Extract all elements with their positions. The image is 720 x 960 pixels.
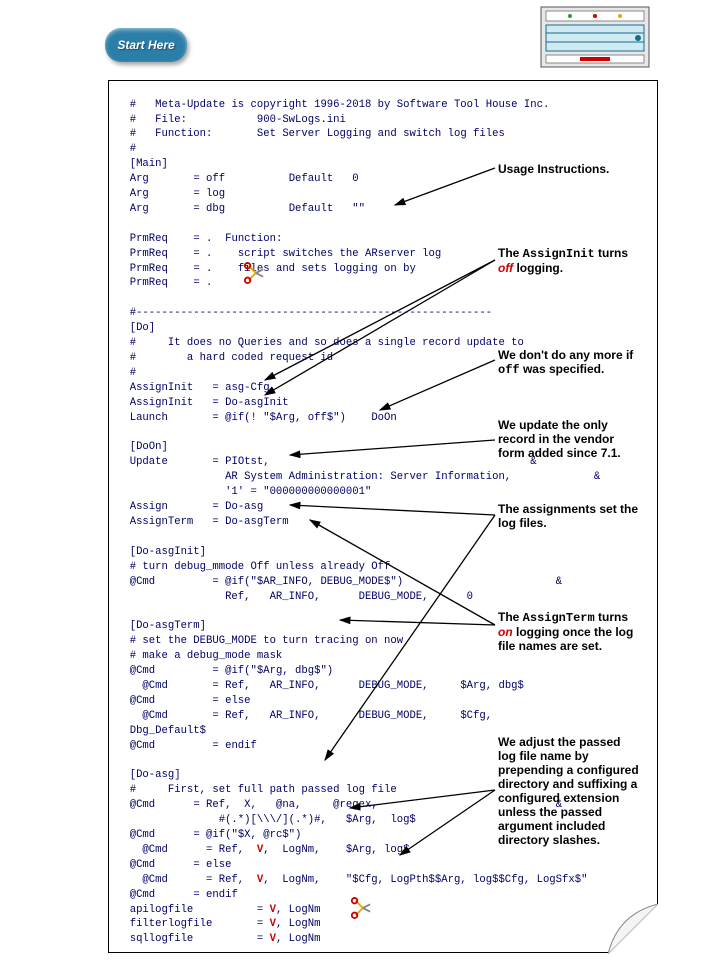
annotation-assigninit: The AssignInit turns off logging.: [498, 246, 658, 275]
annotation-assignments: The assignments set the log files.: [498, 502, 663, 530]
start-here-label: Start Here: [117, 38, 174, 52]
start-here-badge[interactable]: Start Here: [105, 28, 187, 62]
server-device-icon: [540, 6, 650, 68]
scissors-icon: [350, 897, 372, 919]
annotation-adjust-logfile: We adjust the passed log file name by pr…: [498, 735, 663, 847]
annotation-vendor-form: We update the only record in the vendor …: [498, 418, 658, 460]
annotation-assignterm: The AssignTerm turns on logging once the…: [498, 610, 658, 653]
scissors-icon: [243, 262, 265, 284]
annotation-usage: Usage Instructions.: [498, 162, 609, 176]
annotation-off-specified: We don't do any more if off was specifie…: [498, 348, 663, 377]
